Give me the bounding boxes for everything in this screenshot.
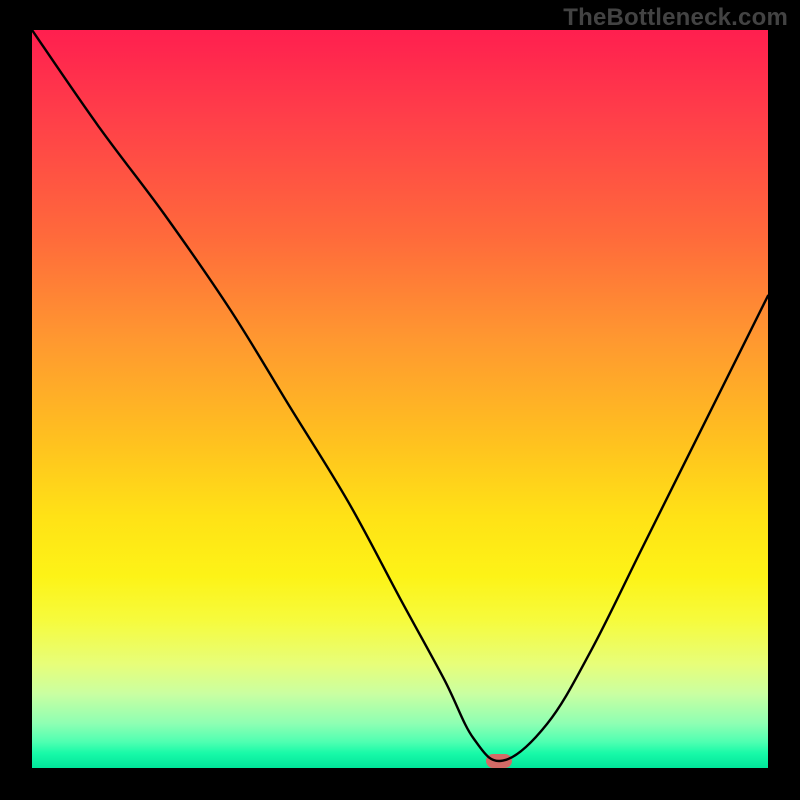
watermark-text: TheBottleneck.com [563,4,788,32]
chart-stage: TheBottleneck.com [0,0,800,800]
plot-area [32,30,768,768]
bottleneck-curve [32,30,768,768]
